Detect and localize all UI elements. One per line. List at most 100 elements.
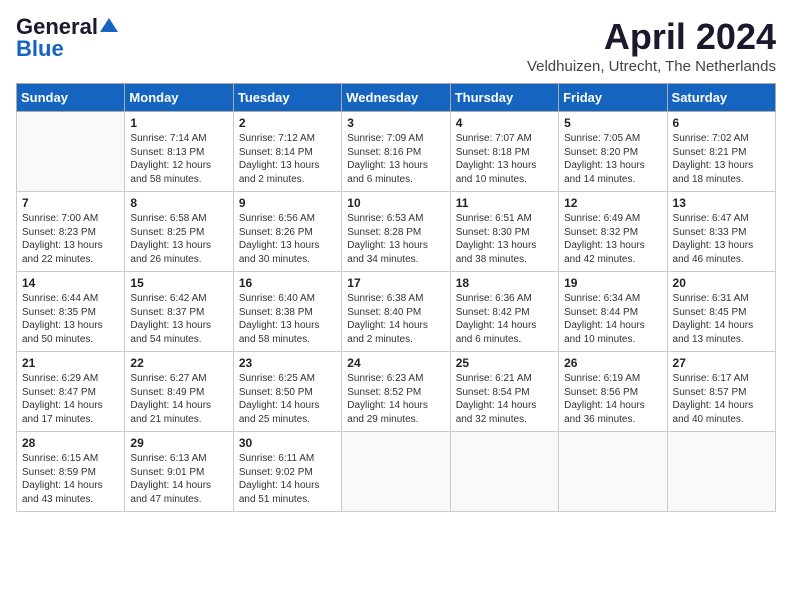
week-row-1: 1 Sunrise: 7:14 AMSunset: 8:13 PMDaylight…	[17, 112, 776, 192]
day-info: Sunrise: 6:23 AMSunset: 8:52 PMDaylight:…	[347, 372, 444, 426]
day-number: 6	[673, 116, 770, 130]
logo-icon	[100, 16, 118, 34]
calendar-cell: 5 Sunrise: 7:05 AMSunset: 8:20 PMDaylight…	[559, 112, 667, 192]
day-info: Sunrise: 6:11 AMSunset: 9:02 PMDaylight:…	[239, 452, 336, 506]
calendar-cell: 14Sunrise: 6:44 AMSunset: 8:35 PMDayligh…	[17, 272, 125, 352]
day-info: Sunrise: 6:58 AMSunset: 8:25 PMDaylight:…	[130, 212, 227, 266]
day-number: 2	[239, 116, 336, 130]
day-info: Sunrise: 6:56 AMSunset: 8:26 PMDaylight:…	[239, 212, 336, 266]
day-info: Sunrise: 6:19 AMSunset: 8:56 PMDaylight:…	[564, 372, 661, 426]
day-info: Sunrise: 7:02 AMSunset: 8:21 PMDaylight:…	[673, 132, 770, 186]
day-info: Sunrise: 6:15 AMSunset: 8:59 PMDaylight:…	[22, 452, 119, 506]
day-info: Sunrise: 6:51 AMSunset: 8:30 PMDaylight:…	[456, 212, 553, 266]
calendar-cell: 12Sunrise: 6:49 AMSunset: 8:32 PMDayligh…	[559, 192, 667, 272]
logo-blue-text: Blue	[16, 38, 64, 60]
day-number: 27	[673, 356, 770, 370]
day-info: Sunrise: 7:05 AMSunset: 8:20 PMDaylight:…	[564, 132, 661, 186]
calendar-cell: 24 Sunrise: 6:23 AMSunset: 8:52 PMDayligh…	[342, 352, 450, 432]
calendar-cell	[667, 432, 775, 512]
day-number: 21	[22, 356, 119, 370]
calendar-cell: 15 Sunrise: 6:42 AMSunset: 8:37 PMDayligh…	[125, 272, 233, 352]
month-year-title: April 2024	[527, 16, 776, 58]
calendar-cell: 7Sunrise: 7:00 AMSunset: 8:23 PMDaylight…	[17, 192, 125, 272]
day-number: 10	[347, 196, 444, 210]
day-info: Sunrise: 6:38 AMSunset: 8:40 PMDaylight:…	[347, 292, 444, 346]
day-number: 19	[564, 276, 661, 290]
calendar-cell: 16Sunrise: 6:40 AMSunset: 8:38 PMDayligh…	[233, 272, 341, 352]
day-info: Sunrise: 6:31 AMSunset: 8:45 PMDaylight:…	[673, 292, 770, 346]
calendar-cell: 8 Sunrise: 6:58 AMSunset: 8:25 PMDaylight…	[125, 192, 233, 272]
day-info: Sunrise: 7:12 AMSunset: 8:14 PMDaylight:…	[239, 132, 336, 186]
day-number: 16	[239, 276, 336, 290]
weekday-header-sunday: Sunday	[17, 84, 125, 112]
day-number: 5	[564, 116, 661, 130]
day-number: 14	[22, 276, 119, 290]
day-info: Sunrise: 6:17 AMSunset: 8:57 PMDaylight:…	[673, 372, 770, 426]
day-number: 1	[130, 116, 227, 130]
day-info: Sunrise: 6:34 AMSunset: 8:44 PMDaylight:…	[564, 292, 661, 346]
day-number: 28	[22, 436, 119, 450]
calendar-cell: 30 Sunrise: 6:11 AMSunset: 9:02 PMDayligh…	[233, 432, 341, 512]
day-info: Sunrise: 6:25 AMSunset: 8:50 PMDaylight:…	[239, 372, 336, 426]
week-row-3: 14Sunrise: 6:44 AMSunset: 8:35 PMDayligh…	[17, 272, 776, 352]
page-header: General Blue April 2024 Veldhuizen, Utre…	[16, 16, 776, 75]
weekday-header-friday: Friday	[559, 84, 667, 112]
day-info: Sunrise: 6:21 AMSunset: 8:54 PMDaylight:…	[456, 372, 553, 426]
calendar-cell: 26 Sunrise: 6:19 AMSunset: 8:56 PMDayligh…	[559, 352, 667, 432]
day-number: 26	[564, 356, 661, 370]
logo-general-text: General	[16, 16, 98, 38]
day-info: Sunrise: 6:29 AMSunset: 8:47 PMDaylight:…	[22, 372, 119, 426]
weekday-header-tuesday: Tuesday	[233, 84, 341, 112]
day-number: 24	[347, 356, 444, 370]
title-block: April 2024 Veldhuizen, Utrecht, The Neth…	[527, 16, 776, 75]
calendar-cell	[450, 432, 558, 512]
calendar-cell	[17, 112, 125, 192]
logo: General Blue	[16, 16, 118, 60]
day-info: Sunrise: 7:07 AMSunset: 8:18 PMDaylight:…	[456, 132, 553, 186]
day-info: Sunrise: 6:47 AMSunset: 8:33 PMDaylight:…	[673, 212, 770, 266]
day-info: Sunrise: 7:14 AMSunset: 8:13 PMDaylight:…	[130, 132, 227, 186]
weekday-header-saturday: Saturday	[667, 84, 775, 112]
calendar-cell: 10 Sunrise: 6:53 AMSunset: 8:28 PMDayligh…	[342, 192, 450, 272]
calendar-cell: 22 Sunrise: 6:27 AMSunset: 8:49 PMDayligh…	[125, 352, 233, 432]
calendar-cell: 19 Sunrise: 6:34 AMSunset: 8:44 PMDayligh…	[559, 272, 667, 352]
day-number: 25	[456, 356, 553, 370]
day-number: 23	[239, 356, 336, 370]
day-info: Sunrise: 6:13 AMSunset: 9:01 PMDaylight:…	[130, 452, 227, 506]
weekday-header-wednesday: Wednesday	[342, 84, 450, 112]
calendar-cell: 27 Sunrise: 6:17 AMSunset: 8:57 PMDayligh…	[667, 352, 775, 432]
calendar-cell: 20Sunrise: 6:31 AMSunset: 8:45 PMDayligh…	[667, 272, 775, 352]
day-number: 9	[239, 196, 336, 210]
calendar-cell: 17Sunrise: 6:38 AMSunset: 8:40 PMDayligh…	[342, 272, 450, 352]
day-info: Sunrise: 6:27 AMSunset: 8:49 PMDaylight:…	[130, 372, 227, 426]
calendar-cell: 28 Sunrise: 6:15 AMSunset: 8:59 PMDayligh…	[17, 432, 125, 512]
day-number: 4	[456, 116, 553, 130]
week-row-4: 21 Sunrise: 6:29 AMSunset: 8:47 PMDayligh…	[17, 352, 776, 432]
day-number: 29	[130, 436, 227, 450]
day-info: Sunrise: 7:00 AMSunset: 8:23 PMDaylight:…	[22, 212, 119, 266]
day-number: 15	[130, 276, 227, 290]
calendar-cell: 29 Sunrise: 6:13 AMSunset: 9:01 PMDayligh…	[125, 432, 233, 512]
day-number: 3	[347, 116, 444, 130]
week-row-2: 7Sunrise: 7:00 AMSunset: 8:23 PMDaylight…	[17, 192, 776, 272]
day-info: Sunrise: 6:53 AMSunset: 8:28 PMDaylight:…	[347, 212, 444, 266]
calendar-cell	[559, 432, 667, 512]
calendar-cell: 13Sunrise: 6:47 AMSunset: 8:33 PMDayligh…	[667, 192, 775, 272]
calendar-cell: 6 Sunrise: 7:02 AMSunset: 8:21 PMDaylight…	[667, 112, 775, 192]
calendar-cell: 3Sunrise: 7:09 AMSunset: 8:16 PMDaylight…	[342, 112, 450, 192]
day-info: Sunrise: 6:36 AMSunset: 8:42 PMDaylight:…	[456, 292, 553, 346]
day-number: 8	[130, 196, 227, 210]
day-number: 22	[130, 356, 227, 370]
location-text: Veldhuizen, Utrecht, The Netherlands	[527, 58, 776, 75]
calendar-cell: 9 Sunrise: 6:56 AMSunset: 8:26 PMDaylight…	[233, 192, 341, 272]
calendar-cell: 18Sunrise: 6:36 AMSunset: 8:42 PMDayligh…	[450, 272, 558, 352]
weekday-header-thursday: Thursday	[450, 84, 558, 112]
calendar-cell: 11 Sunrise: 6:51 AMSunset: 8:30 PMDayligh…	[450, 192, 558, 272]
day-info: Sunrise: 6:42 AMSunset: 8:37 PMDaylight:…	[130, 292, 227, 346]
calendar-cell: 23 Sunrise: 6:25 AMSunset: 8:50 PMDayligh…	[233, 352, 341, 432]
calendar-cell	[342, 432, 450, 512]
weekday-header-monday: Monday	[125, 84, 233, 112]
day-number: 11	[456, 196, 553, 210]
day-number: 30	[239, 436, 336, 450]
calendar-cell: 1 Sunrise: 7:14 AMSunset: 8:13 PMDaylight…	[125, 112, 233, 192]
